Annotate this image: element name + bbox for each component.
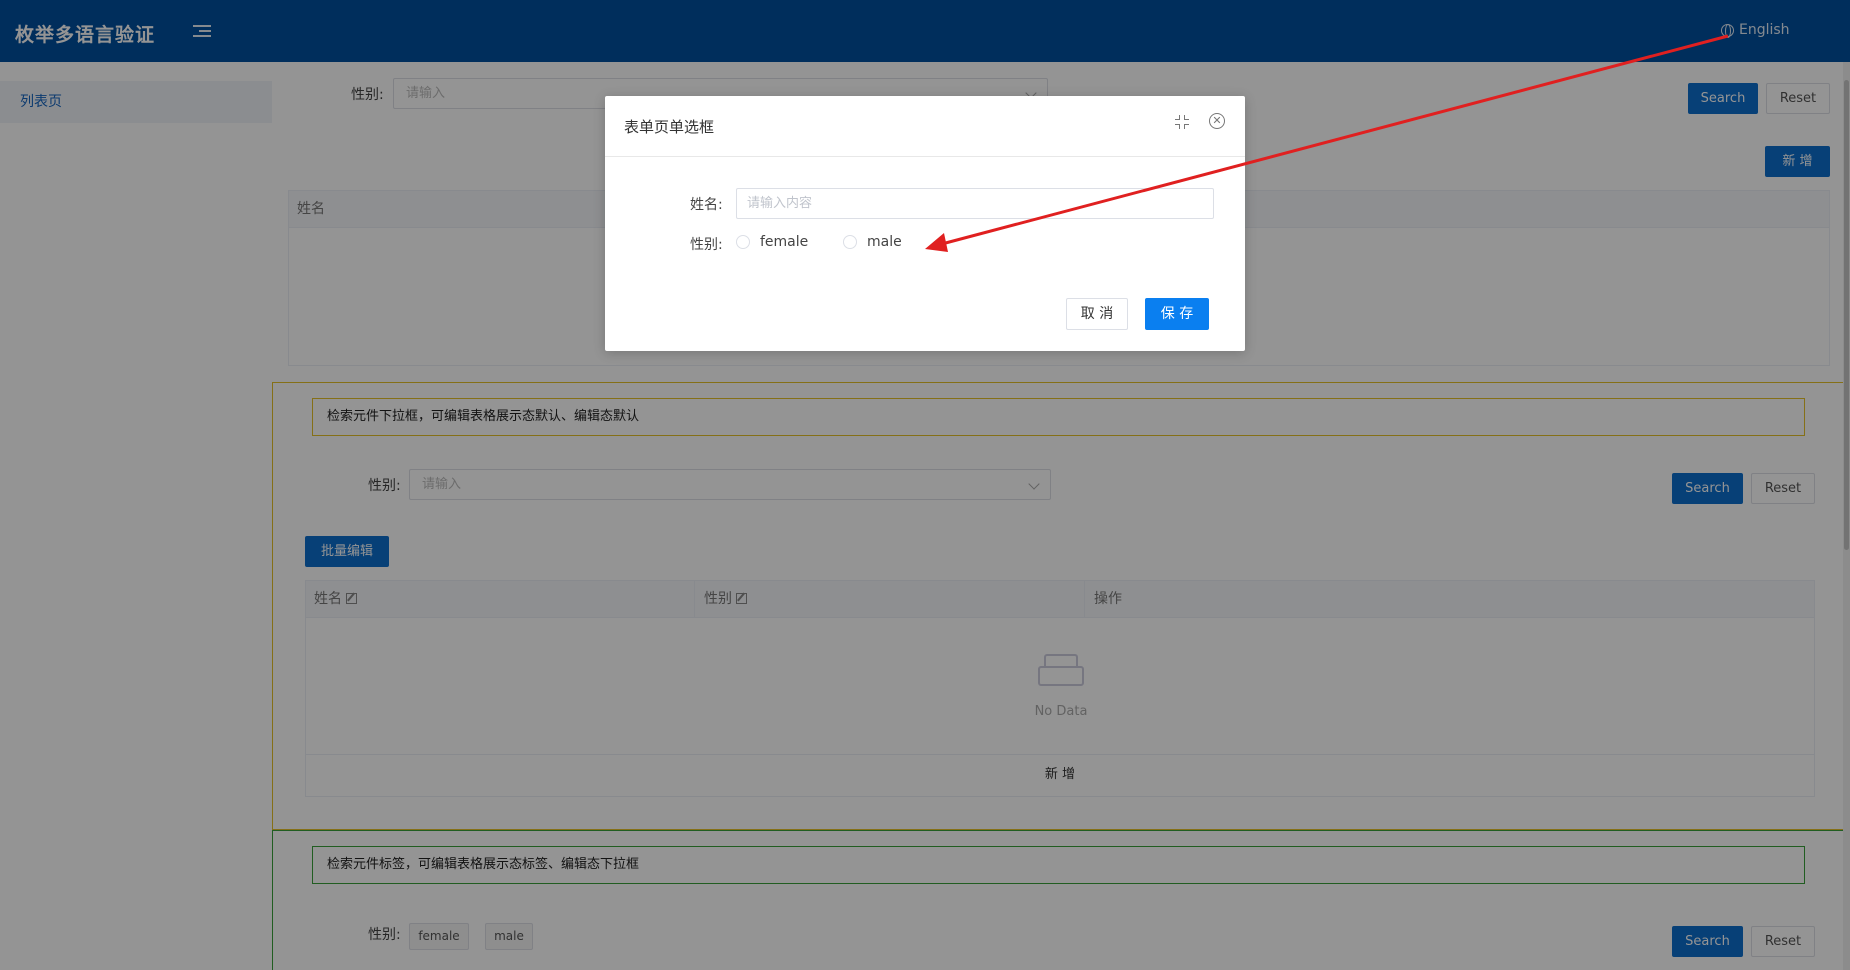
radio-female-label: female (760, 234, 809, 250)
dialog-divider (605, 156, 1245, 157)
dialog-title: 表单页单选框 (624, 118, 715, 136)
radio-female[interactable]: female (736, 234, 808, 250)
name-label: 姓名: (690, 197, 723, 213)
radio-circle-icon (843, 235, 857, 249)
name-input[interactable]: 请输入内容 (736, 188, 1214, 219)
gender-label: 性别: (690, 237, 723, 253)
radio-circle-icon (736, 235, 750, 249)
fullscreen-icon[interactable] (1175, 115, 1189, 129)
cancel-button[interactable]: 取 消 (1066, 298, 1128, 330)
radio-form-dialog: 表单页单选框 ✕ 姓名: 请输入内容 性别: female male 取 消 保… (605, 96, 1245, 351)
save-button[interactable]: 保 存 (1145, 298, 1209, 330)
radio-male[interactable]: male (843, 234, 902, 250)
radio-male-label: male (867, 234, 902, 250)
close-icon[interactable]: ✕ (1209, 113, 1225, 129)
